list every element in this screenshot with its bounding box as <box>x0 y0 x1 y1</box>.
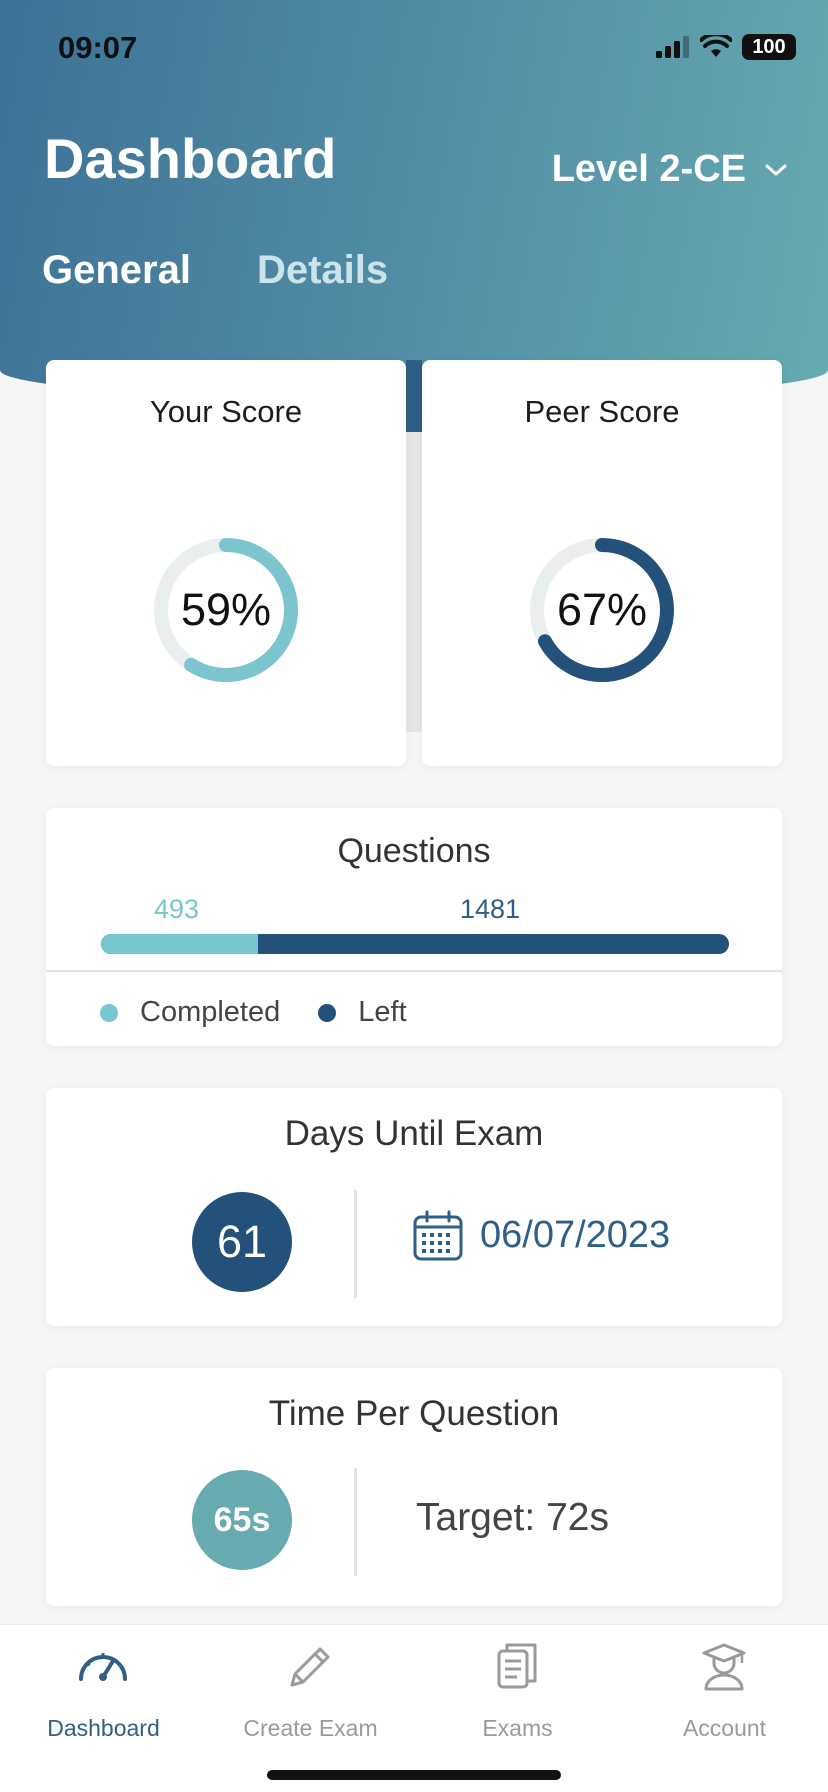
left-count: 1481 <box>460 894 521 924</box>
your-score-card: Your Score 59% <box>46 360 406 766</box>
divider <box>46 970 782 972</box>
tab-details[interactable]: Details <box>257 248 388 293</box>
header: 09:07 100 Dashboard Level 2-CE General D… <box>0 0 828 400</box>
status-time: 09:07 <box>58 30 138 65</box>
card-connector <box>406 360 422 432</box>
peer-score-title: Peer Score <box>524 394 680 429</box>
home-indicator <box>267 1770 561 1780</box>
card-connector-shadow <box>406 432 422 732</box>
legend-completed: Completed <box>140 996 281 1028</box>
days-until-exam-title: Days Until Exam <box>284 1114 544 1153</box>
speedometer-icon <box>79 1653 127 1681</box>
completed-dot-icon <box>100 1003 118 1022</box>
bottom-nav: Dashboard Create Exam Exams Account <box>0 1624 828 1792</box>
level-dropdown[interactable]: Level 2-CE <box>552 148 788 191</box>
tab-general[interactable]: General <box>42 248 191 293</box>
your-score-title: Your Score <box>149 394 303 429</box>
time-per-question-title: Time Per Question <box>268 1394 560 1433</box>
questions-progress-fill <box>101 934 258 954</box>
peer-score-value: 67% <box>556 584 648 635</box>
divider <box>354 1468 357 1576</box>
nav-create-exam-label: Create Exam <box>243 1715 378 1741</box>
days-until-exam-card: Days Until Exam 61 06/07/2023 <box>46 1088 782 1326</box>
questions-legend: Completed Left <box>100 996 407 1029</box>
wifi-icon <box>700 35 732 57</box>
graduate-icon <box>702 1643 746 1691</box>
questions-card: Questions 493 1481 Completed Left <box>46 808 782 1046</box>
nav-account-label: Account <box>682 1715 767 1741</box>
chevron-down-icon <box>765 164 787 175</box>
nav-dashboard-label: Dashboard <box>47 1715 160 1741</box>
documents-icon <box>497 1643 537 1689</box>
calendar-icon <box>413 1210 463 1261</box>
tab-bar: General Details <box>42 248 388 293</box>
signal-icon <box>656 36 689 58</box>
nav-exams-label: Exams <box>482 1715 553 1741</box>
completed-count: 493 <box>154 894 200 924</box>
divider <box>354 1190 357 1298</box>
peer-score-card: Peer Score 67% <box>422 360 782 766</box>
pencil-icon <box>290 1647 330 1687</box>
questions-progress-bar <box>101 934 729 954</box>
target-time: Target: 72s <box>416 1496 609 1539</box>
battery-icon: 100 <box>742 34 796 60</box>
left-dot-icon <box>318 1003 337 1022</box>
level-label: Level 2-CE <box>551 148 746 190</box>
exam-date: 06/07/2023 <box>480 1214 671 1256</box>
time-per-question-badge: 65s <box>192 1470 292 1570</box>
legend-left: Left <box>358 996 407 1028</box>
time-per-question-card: Time Per Question 65s Target: 72s <box>46 1368 782 1606</box>
your-score-value: 59% <box>180 584 272 635</box>
status-icons: 100 <box>656 34 796 60</box>
questions-title: Questions <box>337 832 491 870</box>
days-count-badge: 61 <box>192 1192 292 1292</box>
page-title: Dashboard <box>44 127 337 190</box>
